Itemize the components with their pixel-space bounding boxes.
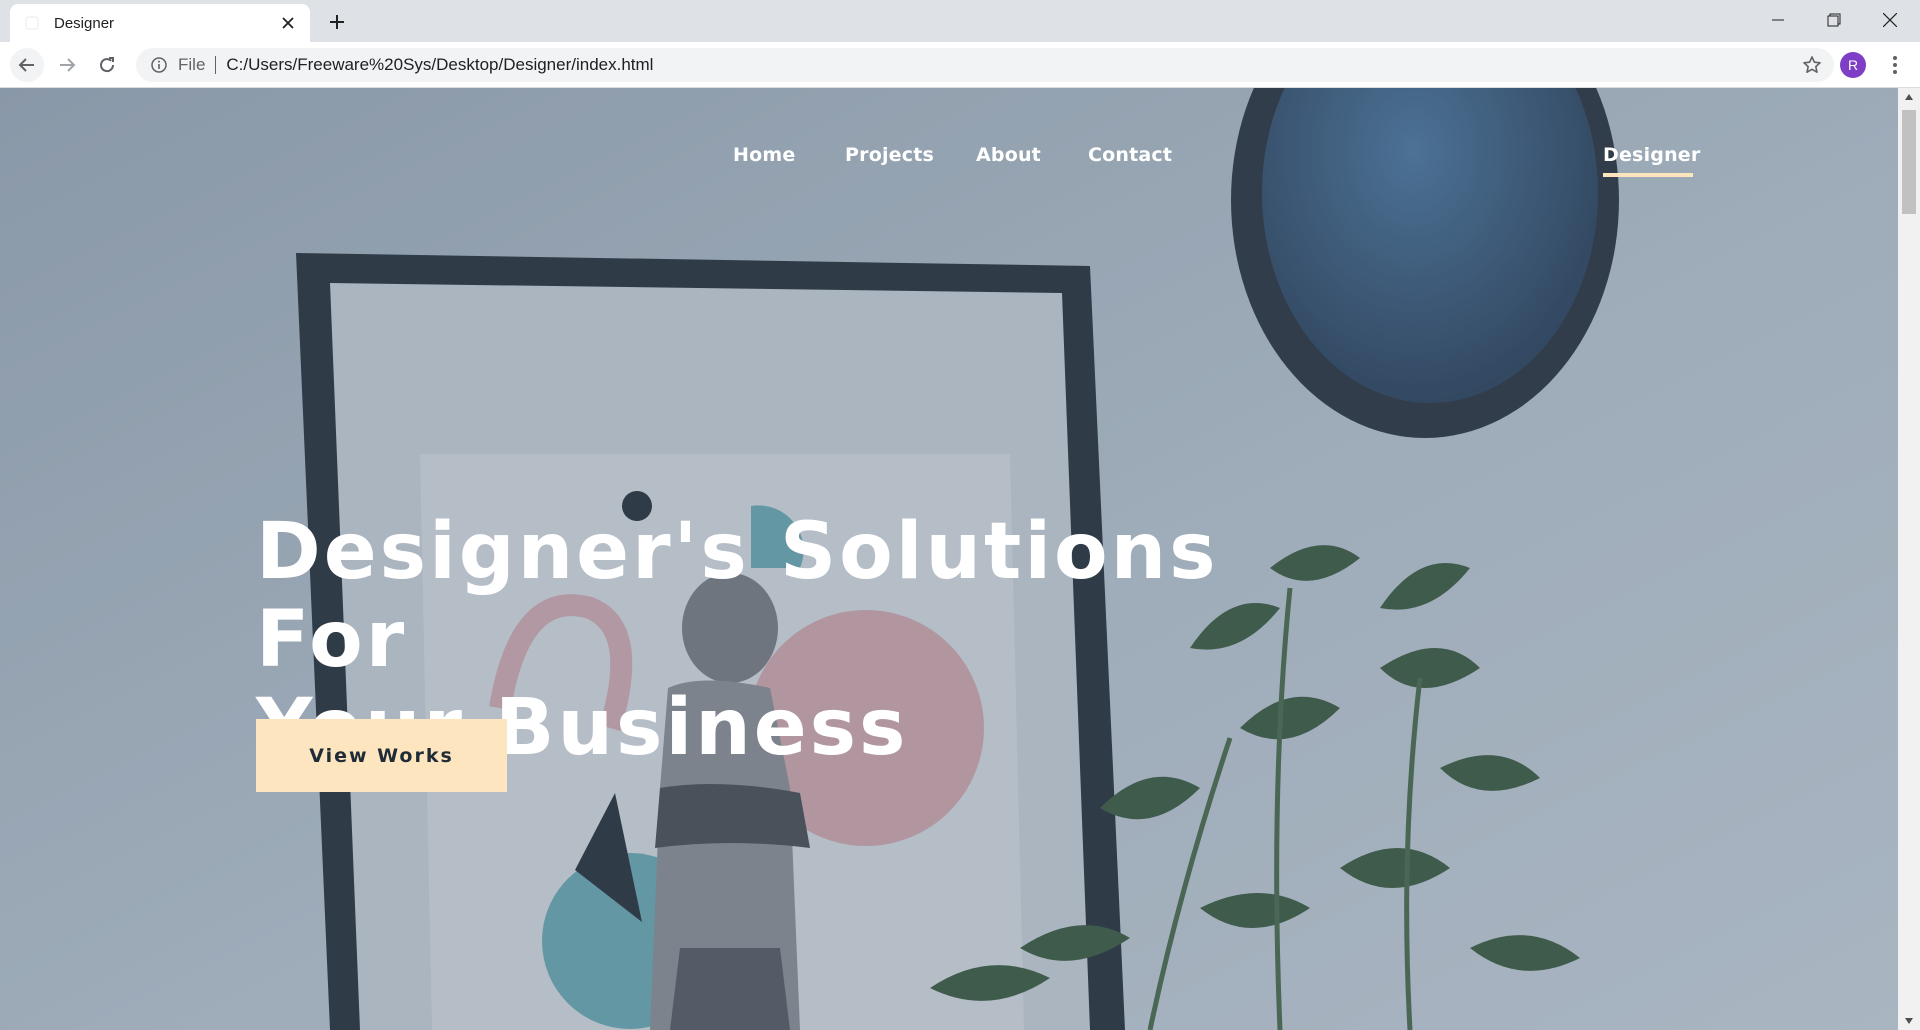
browser-menu-icon[interactable] xyxy=(1882,50,1908,80)
tab-title: Designer xyxy=(54,14,115,32)
url-text[interactable]: C:/Users/Freeware%20Sys/Desktop/Designer… xyxy=(226,55,653,75)
scroll-down-arrow-icon[interactable] xyxy=(1898,1012,1920,1030)
bookmark-star-icon[interactable] xyxy=(1802,55,1822,75)
nav-link-about[interactable]: About xyxy=(976,144,1041,166)
site-navigation: Home Projects About Contact Designer xyxy=(0,144,1898,184)
tab-strip: Designer xyxy=(0,0,1920,42)
window-close-icon[interactable] xyxy=(1862,0,1918,40)
url-scheme-label: File xyxy=(178,55,206,74)
new-tab-plus-icon[interactable] xyxy=(324,9,350,35)
tab-close-icon[interactable] xyxy=(278,13,298,33)
browser-toolbar: File C:/Users/Freeware%20Sys/Desktop/Des… xyxy=(0,42,1920,88)
nav-link-projects[interactable]: Projects xyxy=(845,144,934,166)
reload-icon[interactable] xyxy=(90,48,124,82)
brand-underline xyxy=(1603,173,1693,177)
minimize-icon[interactable] xyxy=(1750,0,1806,40)
restore-icon[interactable] xyxy=(1806,0,1862,40)
page-viewport: Home Projects About Contact Designer Des… xyxy=(0,88,1898,1030)
url-separator xyxy=(215,56,217,74)
view-works-button[interactable]: View Works xyxy=(256,719,507,792)
scrollbar-thumb[interactable] xyxy=(1902,110,1916,214)
page-scrollbar[interactable] xyxy=(1898,88,1920,1030)
info-icon[interactable] xyxy=(150,56,168,74)
hero-heading-line-1: Designer's Solutions For xyxy=(256,507,1219,685)
page-favicon-icon xyxy=(25,16,39,30)
forward-arrow-icon[interactable] xyxy=(50,48,84,82)
nav-link-home[interactable]: Home xyxy=(733,144,795,166)
scroll-up-arrow-icon[interactable] xyxy=(1898,88,1920,106)
back-arrow-icon[interactable] xyxy=(10,48,44,82)
nav-link-contact[interactable]: Contact xyxy=(1088,144,1172,166)
browser-tab[interactable]: Designer xyxy=(10,4,310,42)
address-bar[interactable]: File C:/Users/Freeware%20Sys/Desktop/Des… xyxy=(136,48,1834,82)
profile-avatar[interactable]: R xyxy=(1840,52,1866,78)
brand-logo-link[interactable]: Designer xyxy=(1603,144,1700,166)
